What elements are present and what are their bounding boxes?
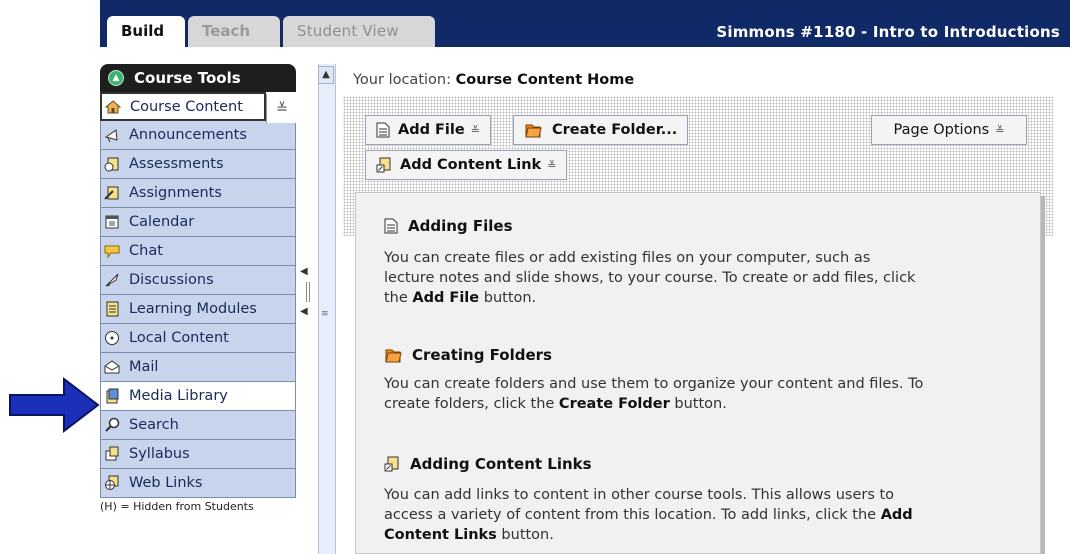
location-prefix: Your location: — [353, 72, 451, 88]
assignment-icon — [103, 184, 121, 202]
hidden-legend: (H) = Hidden from Students — [100, 500, 254, 513]
local-content-icon — [103, 329, 121, 347]
sidebar-item-announcements[interactable]: Announcements — [100, 121, 296, 150]
sidebar-item-label: Mail — [129, 359, 159, 375]
sidebar-item-label: Course Content — [130, 98, 243, 115]
sidebar-item-calendar[interactable]: Calendar — [100, 208, 296, 237]
sidebar-item-mail[interactable]: Mail — [100, 353, 296, 382]
section-title-text: Adding Content Links — [410, 455, 592, 473]
sidebar-item-label: Web Links — [129, 475, 203, 491]
sidebar-item-label: Syllabus — [129, 446, 190, 462]
course-tools-sidebar: ▲ Course Tools Course Content Announceme… — [100, 64, 296, 513]
sidebar-item-label: Discussions — [129, 272, 214, 288]
sidebar-item-label: Search — [129, 417, 179, 433]
module-icon — [103, 300, 121, 318]
section-creating-folders-title: Creating Folders — [384, 346, 552, 364]
location-value: Course Content Home — [455, 72, 635, 88]
sidebar-item-local-content[interactable]: Local Content — [100, 324, 296, 353]
scroll-up-icon[interactable]: ▲ — [318, 66, 334, 84]
sidebar-item-course-content[interactable]: Course Content — [100, 92, 266, 121]
sidebar-item-label: Assessments — [129, 156, 224, 172]
media-library-icon — [103, 387, 121, 405]
content-link-icon — [384, 456, 400, 472]
add-file-button[interactable]: Add File ≚ — [365, 115, 491, 145]
section-text-end: button. — [496, 527, 554, 543]
section-bold: Add File — [412, 290, 480, 306]
main-content: Your location: Course Content Home Add F… — [343, 64, 1070, 554]
sidebar-item-label: Announcements — [129, 127, 247, 143]
dropdown-icon: ≚ — [995, 123, 1005, 137]
course-tools-header[interactable]: ▲ Course Tools — [100, 64, 296, 92]
course-content-menu-chevron-icon[interactable]: ≚ — [266, 94, 297, 123]
collapse-up-icon: ▲ — [108, 70, 124, 86]
section-title-text: Adding Files — [408, 217, 513, 235]
sidebar-item-syllabus[interactable]: Syllabus — [100, 440, 296, 469]
search-icon — [103, 416, 121, 434]
tab-teach[interactable]: Teach — [188, 16, 280, 47]
file-icon — [376, 122, 390, 138]
section-text-end: button. — [669, 396, 727, 412]
discussion-icon — [103, 271, 121, 289]
section-adding-files-body: You can create files or add existing fil… — [384, 248, 924, 308]
mail-icon — [103, 358, 121, 376]
folder-icon — [384, 347, 402, 363]
sidebar-item-web-links[interactable]: Web Links — [100, 469, 296, 498]
sidebar-item-label: Chat — [129, 243, 163, 259]
sidebar-item-label: Local Content — [129, 330, 229, 346]
sidebar-item-assessments[interactable]: Assessments — [100, 150, 296, 179]
help-panel: Adding Files You can create files or add… — [355, 192, 1041, 554]
collapse-left-icon-2[interactable]: ◀ — [300, 306, 308, 317]
folder-icon — [524, 122, 542, 138]
dropdown-icon: ≚ — [547, 158, 557, 172]
tab-build[interactable]: Build — [107, 16, 185, 47]
sidebar-item-label: Assignments — [129, 185, 222, 201]
sidebar-item-assignments[interactable]: Assignments — [100, 179, 296, 208]
section-title-text: Creating Folders — [412, 346, 552, 364]
page-options-label: Page Options — [893, 122, 990, 138]
sidebar-item-learning-modules[interactable]: Learning Modules — [100, 295, 296, 324]
syllabus-icon — [103, 445, 121, 463]
splitter-handle[interactable] — [306, 282, 310, 302]
course-tools-title: Course Tools — [134, 69, 241, 87]
sidebar-item-label: Media Library — [129, 388, 228, 404]
annotation-arrow-icon — [9, 376, 100, 434]
add-content-link-button[interactable]: Add Content Link ≚ — [365, 150, 568, 180]
home-icon — [104, 98, 122, 116]
scroll-grip-icon[interactable]: ≡ — [321, 309, 331, 319]
sidebar-item-label: Calendar — [129, 214, 195, 230]
breadcrumb: Your location: Course Content Home — [353, 72, 634, 88]
section-adding-content-links-title: Adding Content Links — [384, 455, 592, 473]
sidebar-item-media-library[interactable]: Media Library — [100, 382, 296, 411]
file-icon — [384, 218, 398, 234]
add-content-link-label: Add Content Link — [400, 157, 542, 173]
assessment-icon — [103, 155, 121, 173]
page-options-button[interactable]: Page Options ≚ — [871, 115, 1027, 145]
megaphone-icon — [103, 126, 121, 144]
calendar-icon — [103, 213, 121, 231]
sidebar-item-discussions[interactable]: Discussions — [100, 266, 296, 295]
section-adding-files-title: Adding Files — [384, 217, 513, 235]
collapse-left-icon[interactable]: ◀ — [300, 266, 308, 277]
top-bar: Build Teach Student View Simmons #1180 -… — [100, 0, 1070, 47]
section-bold: Create Folder — [558, 396, 670, 412]
content-link-icon — [376, 157, 392, 173]
add-file-label: Add File — [398, 122, 465, 138]
sidebar-item-search[interactable]: Search — [100, 411, 296, 440]
section-creating-folders-body: You can create folders and use them to o… — [384, 374, 924, 414]
course-title: Simmons #1180 - Intro to Introductions — [716, 23, 1060, 41]
dropdown-icon: ≚ — [470, 123, 480, 137]
section-text-end: button. — [479, 290, 537, 306]
sidebar-item-label: Learning Modules — [129, 301, 257, 317]
web-links-icon — [103, 474, 121, 492]
section-text: You can add links to content in other co… — [384, 487, 895, 523]
tab-student-view[interactable]: Student View — [283, 16, 435, 47]
sidebar-item-chat[interactable]: Chat — [100, 237, 296, 266]
section-adding-content-links-body: You can add links to content in other co… — [384, 485, 924, 545]
create-folder-label: Create Folder... — [552, 122, 678, 138]
create-folder-button[interactable]: Create Folder... — [513, 115, 689, 145]
chat-icon — [103, 242, 121, 260]
